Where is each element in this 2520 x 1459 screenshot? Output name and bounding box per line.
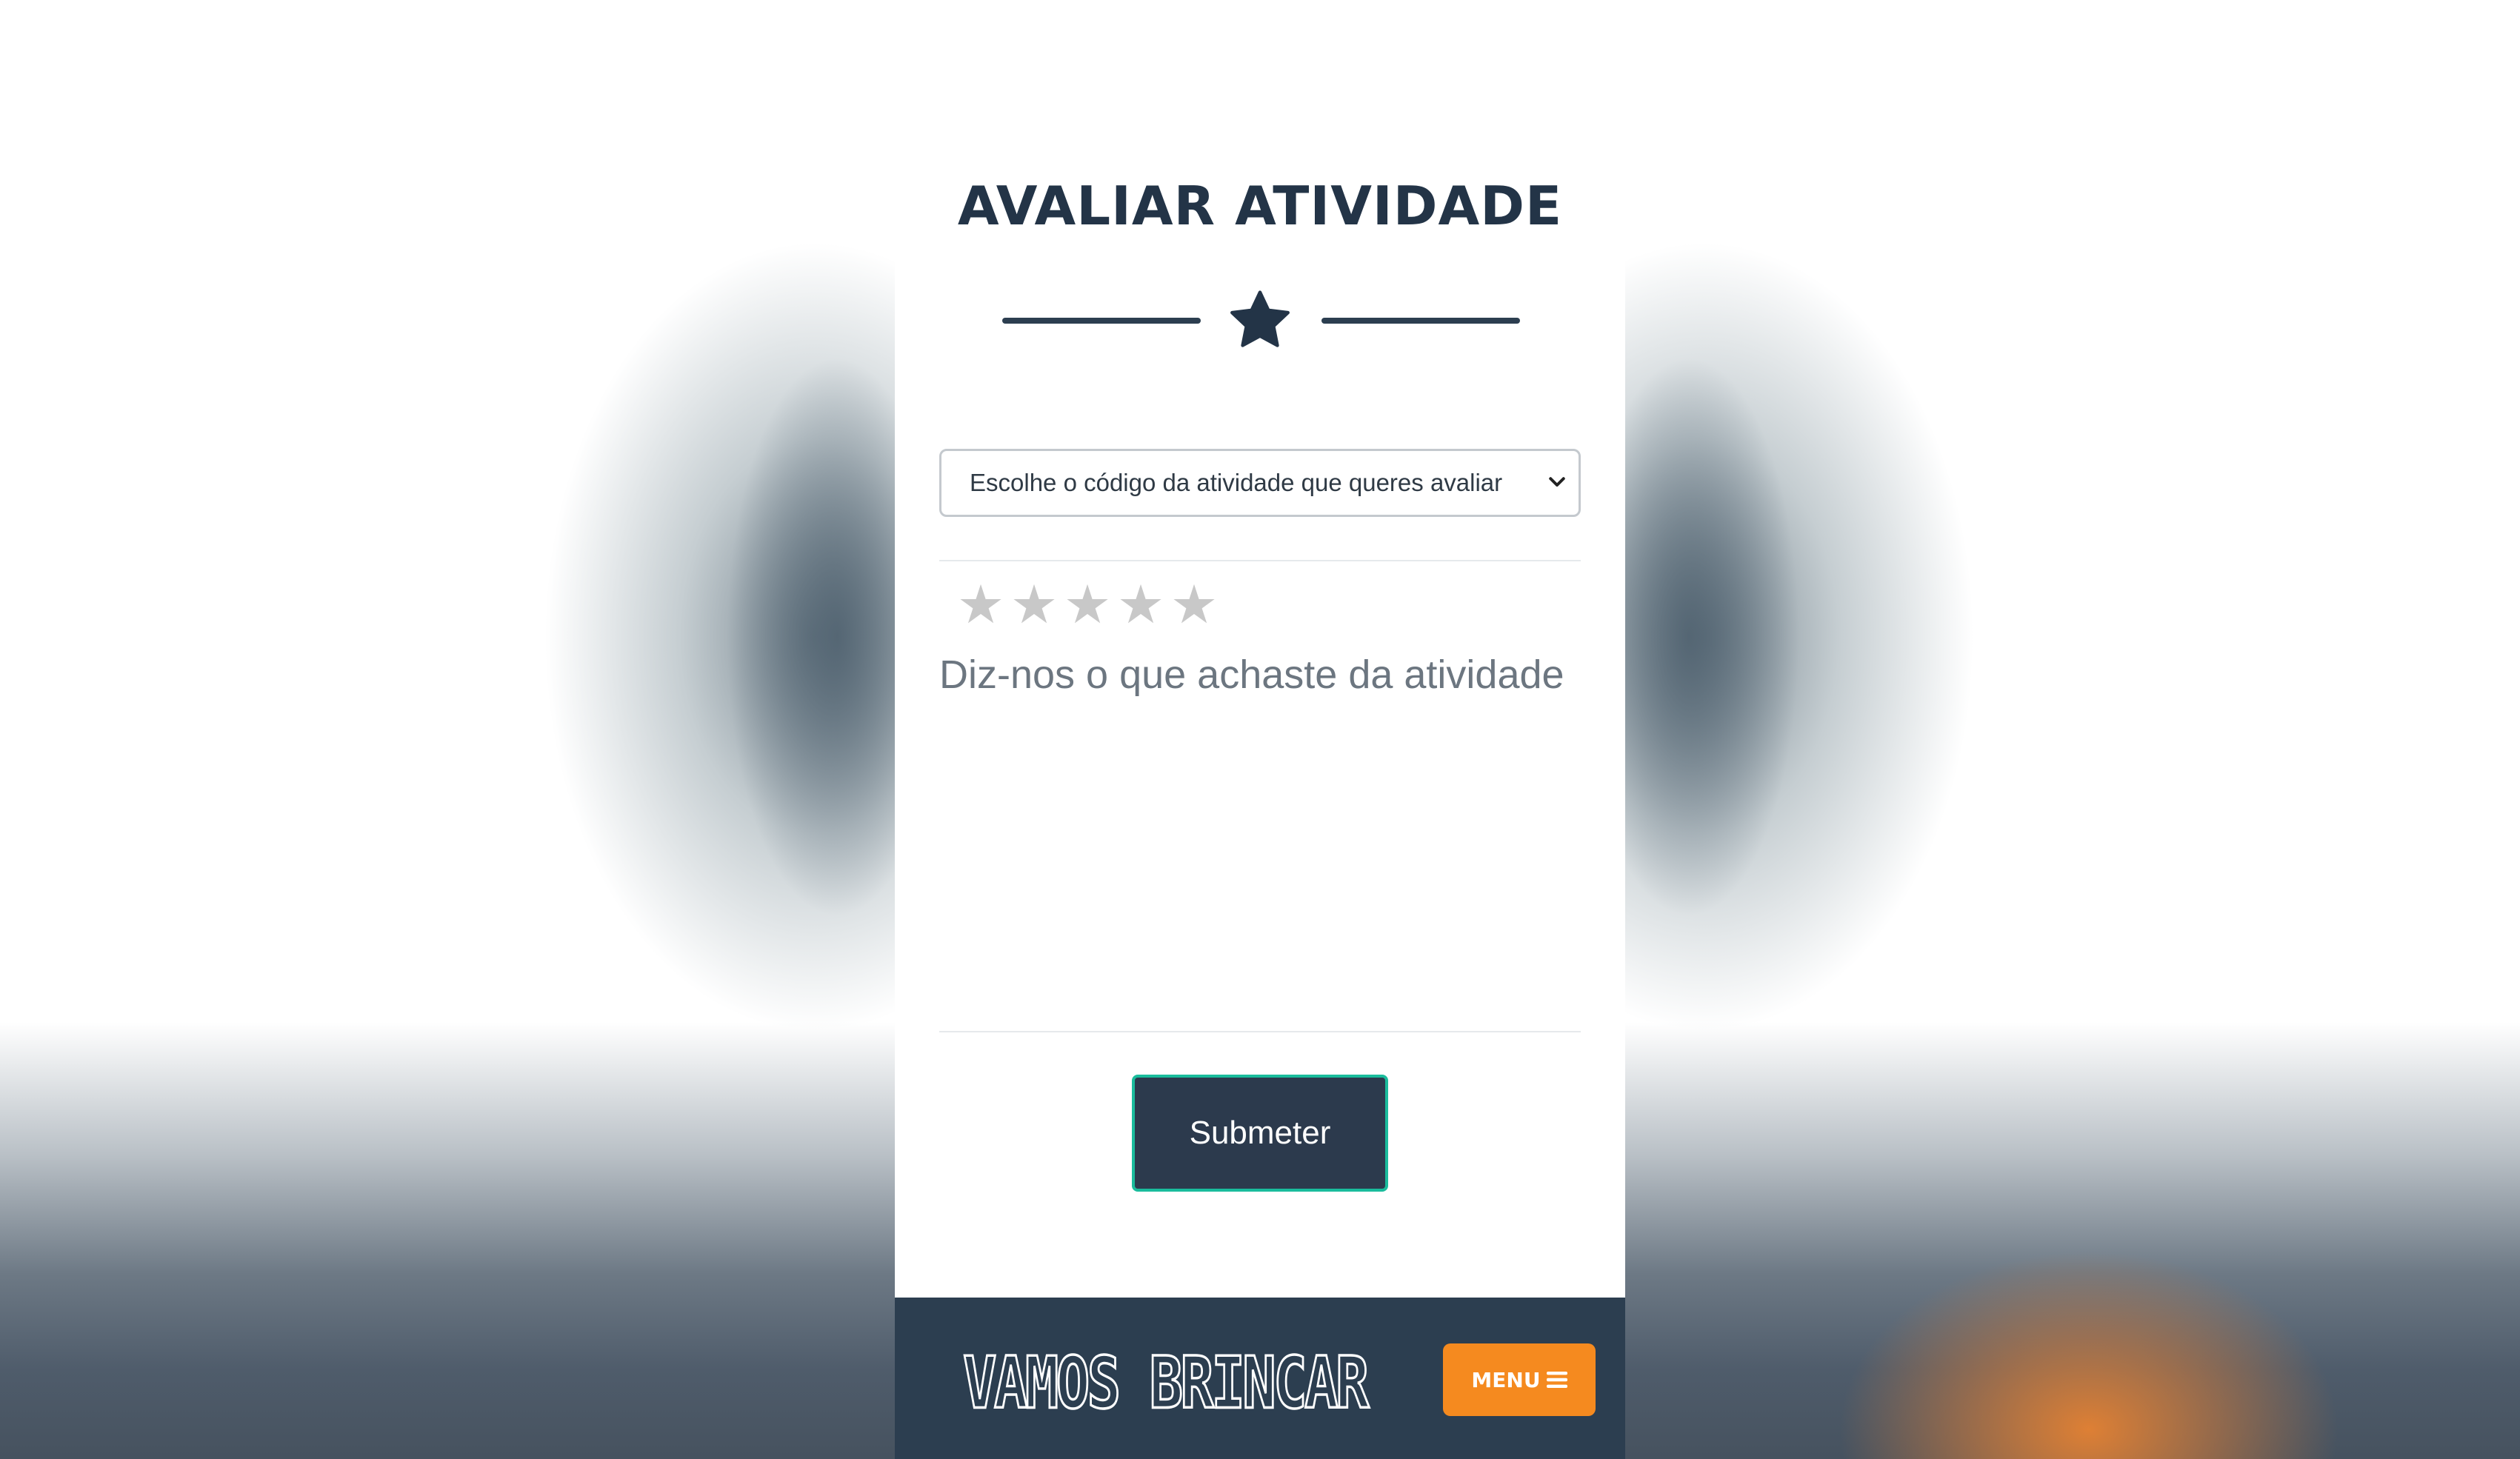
separator-bottom xyxy=(939,1031,1581,1032)
mobile-page-panel: AVALIAR ATIVIDADE Escolhe o código da at… xyxy=(895,0,1625,1459)
activity-code-select-value: Escolhe o código da atividade que queres… xyxy=(970,469,1503,496)
title-divider xyxy=(895,283,1625,357)
divider-line-right xyxy=(1321,318,1520,324)
chevron-down-icon xyxy=(1549,477,1565,487)
menu-button[interactable]: MENU xyxy=(1443,1343,1596,1416)
rating-star-2[interactable]: ★ xyxy=(1009,575,1059,634)
star-rating: ★ ★ ★ ★ ★ xyxy=(956,575,1219,634)
bottom-navbar: VAMOS BRINCAR MENU xyxy=(895,1298,1625,1459)
separator-top xyxy=(939,560,1581,561)
menu-label: MENU xyxy=(1471,1367,1541,1392)
divider-line-left xyxy=(1002,318,1201,324)
comment-textarea[interactable] xyxy=(939,652,1581,1022)
star-icon xyxy=(1230,290,1290,347)
logo-text: VAMOS BRINCAR xyxy=(962,1340,1370,1426)
activity-code-select[interactable]: Escolhe o código da atividade que queres… xyxy=(939,449,1581,517)
rating-star-3[interactable]: ★ xyxy=(1062,575,1113,634)
rating-star-5[interactable]: ★ xyxy=(1169,575,1219,634)
logo[interactable]: VAMOS BRINCAR xyxy=(962,1336,1370,1430)
rating-star-1[interactable]: ★ xyxy=(956,575,1006,634)
hamburger-icon xyxy=(1546,1372,1567,1388)
page-title: AVALIAR ATIVIDADE xyxy=(957,175,1563,237)
rating-star-4[interactable]: ★ xyxy=(1116,575,1166,634)
submit-button[interactable]: Submeter xyxy=(1132,1075,1388,1192)
viewport: AVALIAR ATIVIDADE Escolhe o código da at… xyxy=(0,0,2520,1459)
